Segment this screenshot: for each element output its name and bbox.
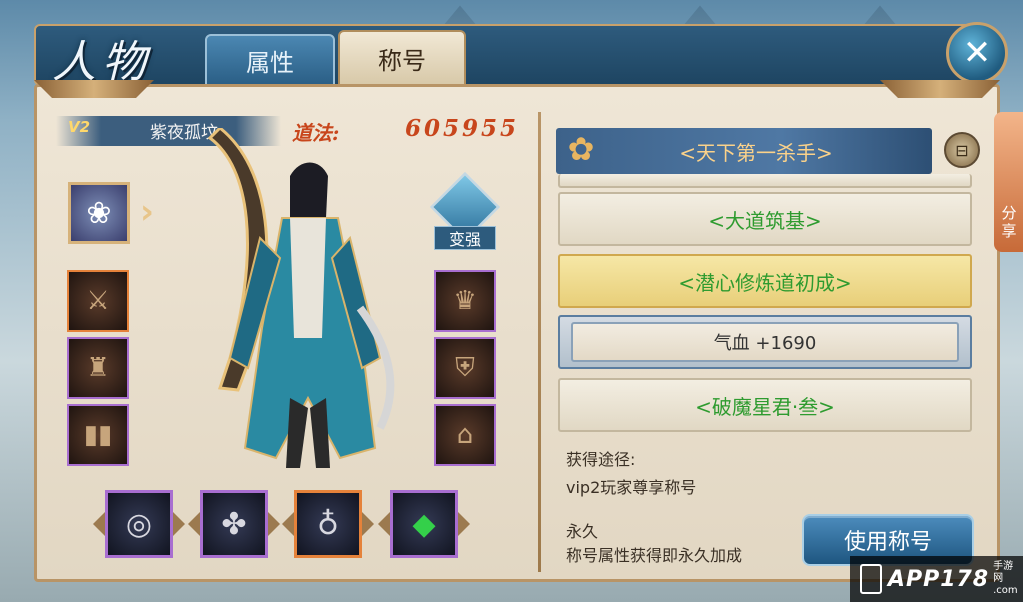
close-button[interactable]: ✕	[946, 22, 1008, 84]
list-item-partial	[558, 174, 972, 188]
equip-slot-helmet[interactable]: ♜	[67, 337, 129, 399]
accessory-gourd[interactable]: ♁	[282, 490, 374, 558]
helmet-icon: ♜	[86, 353, 110, 383]
watermark: APP178 手游网 .com	[850, 556, 1023, 602]
equip-slot-crown[interactable]: ♛	[434, 270, 496, 332]
lotus-icon: ❀	[86, 195, 112, 231]
dao-value: 605955	[405, 115, 520, 142]
chevron-right-icon[interactable]: ›	[140, 192, 154, 232]
title-attribute-text: 气血 +1690	[571, 322, 959, 362]
crown-icon: ♛	[453, 286, 477, 316]
power-up-label: 变强	[434, 226, 496, 250]
power-up-button[interactable]: 变强	[428, 171, 502, 252]
title-row[interactable]: <大道筑基>	[558, 192, 972, 246]
title-row[interactable]: <破魔星君·叁>	[558, 378, 972, 432]
title-row-selected[interactable]: <潜心修炼道初成>	[558, 254, 972, 308]
necklace-icon: ✤	[221, 506, 247, 542]
lock-icon: ⊟	[955, 140, 969, 160]
ring-icon: ◎	[125, 506, 153, 542]
vip-badge: V2	[68, 118, 91, 136]
source-value: vip2玩家尊享称号	[566, 478, 697, 497]
game-screen: 人物 属性 称号 ✕ V2 紫夜孤坟 道法: 605955 ❀ › ⚔ ♜ ▮▮…	[0, 0, 1023, 602]
equip-slot-boots[interactable]: ▮▮	[67, 404, 129, 466]
equip-slot-weapon[interactable]: ⚔	[67, 270, 129, 332]
jade-icon: ◆	[412, 506, 436, 542]
tab-attributes[interactable]: 属性	[205, 34, 335, 86]
panel-divider	[538, 112, 541, 572]
accessory-ring[interactable]: ◎	[93, 490, 185, 558]
duration-value: 称号属性获得即永久加成	[566, 546, 743, 565]
source-label: 获得途径:	[566, 450, 636, 469]
character-model	[207, 128, 395, 468]
boots-icon: ▮▮	[83, 420, 113, 450]
belt-icon: ⌂	[456, 420, 474, 450]
lotus-slot[interactable]: ❀	[68, 182, 130, 244]
accessory-necklace[interactable]: ✤	[188, 490, 280, 558]
gourd-icon: ♁	[317, 506, 339, 542]
duration-label: 永久	[566, 522, 599, 541]
tab-titles[interactable]: 称号	[338, 30, 466, 86]
panel-ornament	[34, 80, 154, 98]
share-label: 分享	[1001, 204, 1017, 240]
phone-icon	[860, 564, 882, 594]
title-attribute-row: 气血 +1690	[558, 315, 972, 369]
accessory-jade[interactable]: ◆	[378, 490, 470, 558]
sword-icon: ⚔	[86, 286, 110, 316]
watermark-brand: APP178	[887, 566, 990, 592]
equip-slot-belt[interactable]: ⌂	[434, 404, 496, 466]
scroll-handle[interactable]: ⊟	[944, 132, 980, 168]
header-bar	[34, 24, 984, 86]
watermark-suffix: 手游网 .com	[993, 561, 1018, 596]
panel-ornament	[880, 80, 1000, 98]
current-title-text: <天下第一杀手>	[679, 140, 833, 165]
equip-slot-armor[interactable]: ⛨	[434, 337, 496, 399]
close-icon: ✕	[962, 33, 992, 73]
armor-icon: ⛨	[455, 352, 475, 383]
